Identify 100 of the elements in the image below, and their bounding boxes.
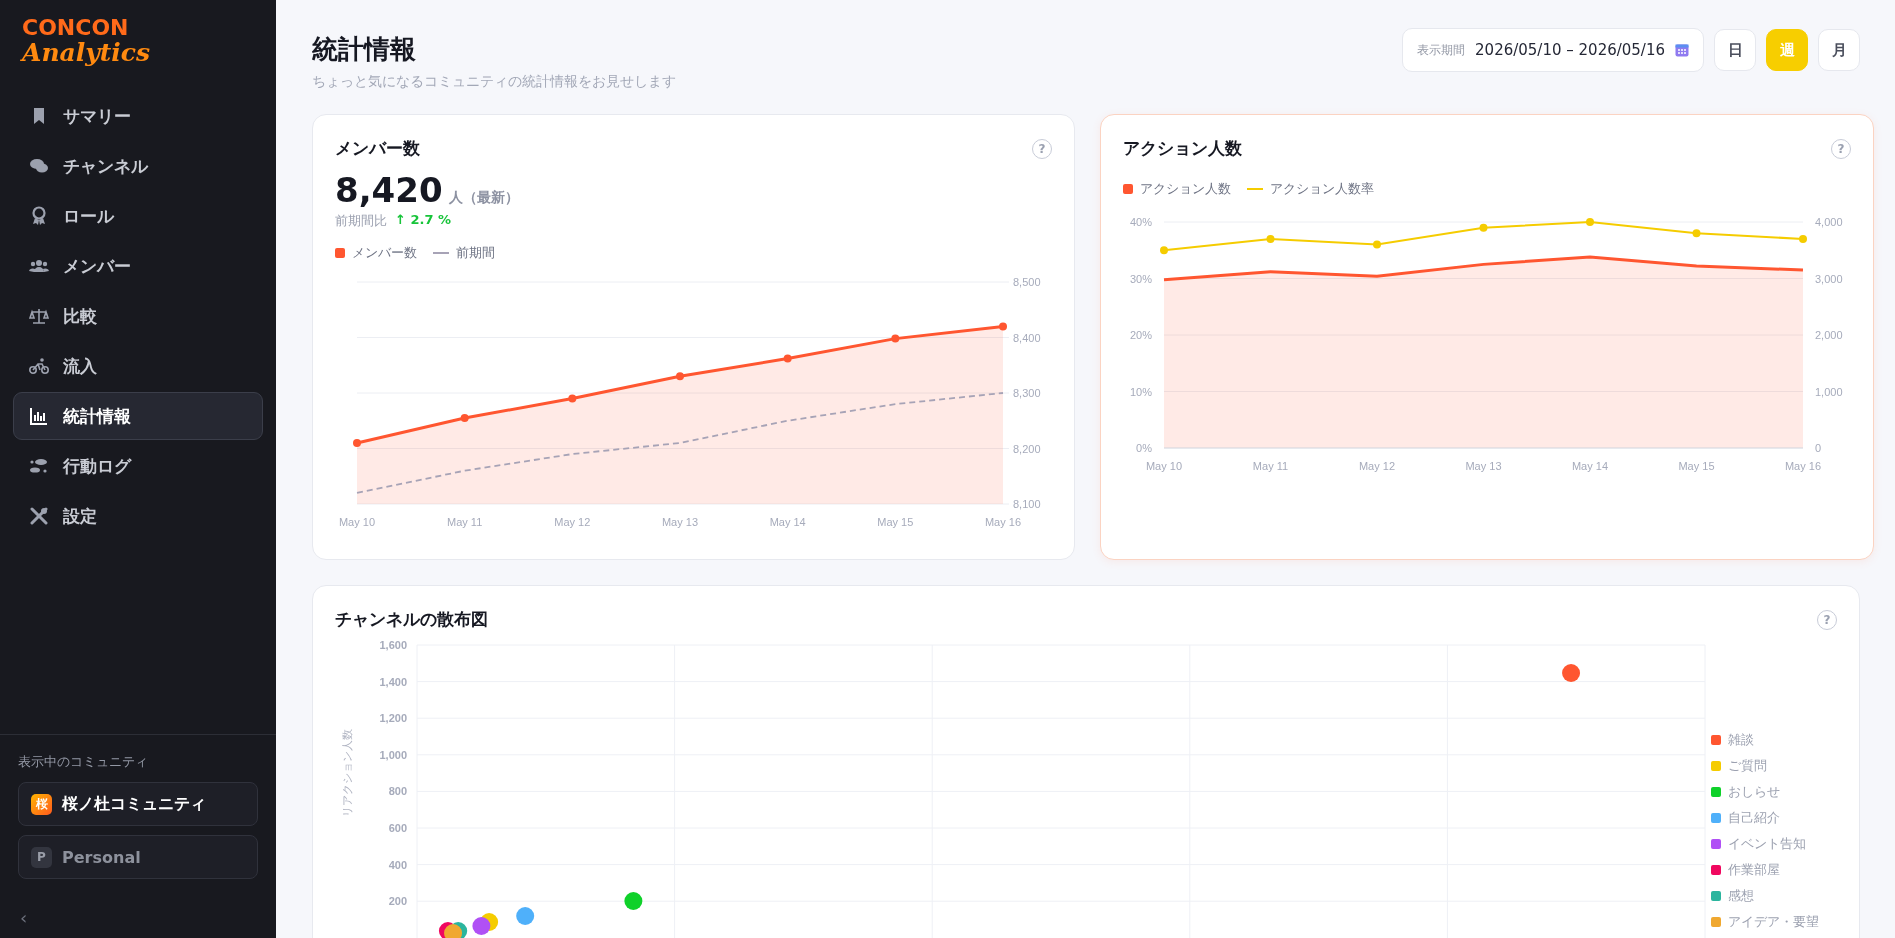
data-point	[1266, 234, 1275, 243]
member-count: 8,420	[335, 170, 443, 210]
scatter-point	[472, 917, 491, 935]
data-point	[568, 394, 577, 403]
nav-item[interactable]: 行動ログ	[13, 442, 263, 490]
axis-label: 2,000	[1815, 329, 1843, 341]
axis-label: 40%	[1129, 216, 1152, 228]
axis-label: May 12	[554, 516, 591, 528]
data-point	[783, 354, 792, 363]
axis-label: 8,100	[1013, 498, 1041, 510]
legend-label: アイデア・要望	[1728, 913, 1819, 931]
axis-label: 4,000	[1815, 216, 1843, 228]
data-point	[1799, 234, 1807, 243]
axis-label: May 10	[338, 516, 376, 528]
bicycle-icon	[29, 356, 49, 376]
axis-label: 8,200	[1013, 442, 1041, 455]
logo-text: CONCON	[22, 16, 129, 40]
axis-label: May 13	[661, 516, 699, 528]
scatter-point	[624, 892, 643, 910]
legend-label: イベント告知	[1728, 835, 1806, 853]
community-item[interactable]: 桜 桜ノ杜コミュニティ	[18, 782, 258, 826]
axis-label: May 14	[769, 516, 806, 528]
axis-label: 600	[388, 822, 407, 834]
logo-text: Analytics	[22, 40, 151, 66]
axis-label: 1,000	[1815, 385, 1843, 398]
nav-item[interactable]: 設定	[13, 492, 263, 540]
scatter-point	[444, 924, 463, 938]
legend-label: おしらせ	[1728, 783, 1780, 801]
nav-item[interactable]: 流入	[13, 342, 263, 390]
axis-label: 200	[388, 895, 407, 908]
axis-label: 30%	[1129, 272, 1152, 285]
compare-label: 前期間比	[335, 212, 387, 230]
legend-label: 作業部屋	[1728, 861, 1780, 879]
axis-label: May 16	[984, 516, 1022, 528]
legend-label: アクション人数率	[1270, 180, 1374, 198]
axis-label: May 11	[447, 516, 483, 528]
scatter-point	[516, 907, 535, 925]
data-point	[891, 334, 900, 343]
card-title: アクション人数	[1123, 137, 1242, 160]
axis-label: 800	[388, 785, 407, 798]
nav-item[interactable]: 比較	[13, 292, 263, 340]
axis-label: 10%	[1129, 385, 1152, 398]
axis-label: May 16	[1784, 460, 1822, 472]
axis-label: May 10	[1145, 460, 1183, 472]
axis-label: 0%	[1136, 442, 1152, 454]
axis-label: May 15	[877, 516, 914, 528]
axis-label: May 15	[1678, 460, 1715, 472]
collapse-button[interactable]: ‹	[0, 891, 48, 938]
nav-item[interactable]: 統計情報	[13, 392, 263, 440]
axis-label: 8,500	[1013, 276, 1041, 288]
nav-item[interactable]: サマリー	[13, 92, 263, 140]
data-point	[353, 438, 361, 447]
axis-label: 1,400	[379, 675, 407, 688]
data-point	[1479, 223, 1488, 232]
axis-label: May 13	[1465, 460, 1502, 472]
axis-title: リアクション人数	[341, 729, 354, 818]
axis-label: May 11	[1252, 460, 1289, 472]
axis-label: 1,200	[379, 712, 407, 725]
unit-label: 人（最新）	[448, 189, 519, 207]
scale-icon	[29, 306, 49, 326]
axis-label: May 14	[1571, 460, 1609, 472]
data-point	[1160, 246, 1168, 255]
settings-icon	[29, 506, 49, 526]
axis-label: 1,600	[379, 639, 407, 651]
community-item[interactable]: P Personal	[18, 835, 258, 879]
data-point	[999, 322, 1007, 331]
scatter-point	[1562, 664, 1581, 682]
data-point	[1373, 240, 1381, 249]
axis-label: 0	[1815, 442, 1822, 454]
axis-label: 20%	[1129, 329, 1152, 341]
axis-label: 400	[388, 858, 407, 871]
page-title: 統計情報	[312, 33, 416, 66]
card-title: チャンネルの散布図	[335, 608, 488, 631]
data-point	[1692, 229, 1701, 238]
card-title: メンバー数	[335, 137, 420, 160]
calendar-icon	[1675, 43, 1689, 57]
legend-label: 雑談	[1728, 731, 1754, 749]
section-label: 表示中のコミュニティ	[18, 753, 149, 771]
period-tab[interactable]: 月	[1818, 29, 1860, 71]
compare-value: ↑ 2.7 %	[395, 212, 451, 229]
nav-item[interactable]: ロール	[13, 192, 263, 240]
nav-item[interactable]: メンバー	[13, 242, 263, 290]
axis-label: 1,000	[379, 748, 407, 761]
axis-label: May 12	[1358, 460, 1396, 472]
legend-label: 感想	[1728, 887, 1754, 905]
axis-label: 8,300	[1013, 387, 1041, 399]
period-tab[interactable]: 日	[1714, 29, 1756, 71]
legend-label: メンバー数	[352, 244, 417, 262]
legend-label: 自己紹介	[1728, 809, 1780, 827]
period-field[interactable]: 表示期間 2026/05/10 – 2026/05/16	[1402, 28, 1704, 72]
data-point	[676, 372, 684, 381]
data-point	[1586, 218, 1594, 226]
legend-label: ご質問	[1728, 757, 1767, 775]
nav-item[interactable]: チャンネル	[13, 142, 263, 190]
axis-label: 3,000	[1815, 272, 1843, 285]
axis-label: 8,400	[1013, 331, 1041, 344]
page-subtitle: ちょっと気になるコミュニティの統計情報をお見せします	[312, 73, 676, 91]
legend-label: アクション人数	[1140, 180, 1231, 198]
data-point	[460, 414, 469, 422]
bar-chart-icon	[29, 406, 49, 426]
